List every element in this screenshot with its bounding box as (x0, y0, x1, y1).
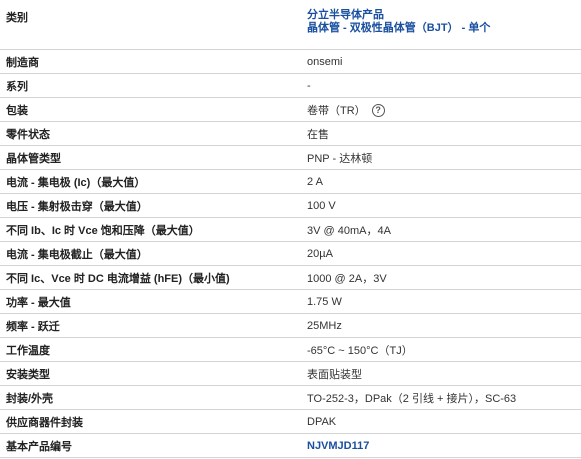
table-row: 晶体管类型 PNP - 达林顿 (0, 145, 581, 170)
attr-value: 25MHz (301, 313, 581, 338)
attr-label: 电压 - 集射极击穿（最大值） (0, 193, 301, 218)
attr-value: 20µA (301, 241, 581, 266)
attr-value: 在售 (301, 121, 581, 146)
attr-label: 供应商器件封装 (0, 409, 301, 434)
table-row: 工作温度 -65°C ~ 150°C（TJ） (0, 337, 581, 362)
attr-label: 制造商 (0, 49, 301, 74)
category-link-discrete[interactable]: 分立半导体产品 (307, 9, 581, 22)
attr-label: 电流 - 集电极截止（最大值） (0, 241, 301, 266)
product-attributes-table: 类别 分立半导体产品 晶体管 - 双极性晶体管（BJT） - 单个 制造商 on… (0, 0, 581, 458)
attr-value: 1000 @ 2A，3V (301, 265, 581, 290)
attr-label: 不同 Ib、Ic 时 Vce 饱和压降（最大值） (0, 217, 301, 242)
attr-label: 包装 (0, 97, 301, 122)
category-link-bjt-single[interactable]: 晶体管 - 双极性晶体管（BJT） - 单个 (307, 22, 581, 35)
table-row: 功率 - 最大值 1.75 W (0, 289, 581, 314)
table-row: 制造商 onsemi (0, 49, 581, 74)
attr-value: PNP - 达林顿 (301, 145, 581, 170)
help-icon[interactable]: ? (371, 104, 385, 118)
attr-label: 安装类型 (0, 361, 301, 386)
attr-value: DPAK (301, 409, 581, 434)
attr-value-packaging: 卷带（TR）? (301, 97, 581, 122)
attr-value: 100 V (301, 193, 581, 218)
attr-label: 系列 (0, 73, 301, 98)
attr-label: 电流 - 集电极 (Ic)（最大值） (0, 169, 301, 194)
attr-label: 晶体管类型 (0, 145, 301, 170)
attr-label: 工作温度 (0, 337, 301, 362)
attr-label: 基本产品编号 (0, 433, 301, 458)
attr-value: onsemi (301, 49, 581, 74)
table-row: 包装 卷带（TR）? (0, 97, 581, 122)
attr-label: 不同 Ic、Vce 时 DC 电流增益 (hFE)（最小值) (0, 265, 301, 290)
table-row: 封装/外壳 TO-252-3，DPak（2 引线 + 接片），SC-63 (0, 385, 581, 410)
category-label: 类别 (0, 0, 301, 50)
table-row: 频率 - 跃迁 25MHz (0, 313, 581, 338)
table-row: 零件状态 在售 (0, 121, 581, 146)
attr-label: 零件状态 (0, 121, 301, 146)
table-row-category: 类别 分立半导体产品 晶体管 - 双极性晶体管（BJT） - 单个 (0, 0, 581, 50)
table-row: 系列 - (0, 73, 581, 98)
base-product-number-link[interactable]: NJVMJD117 (307, 440, 369, 452)
table-row: 安装类型 表面贴装型 (0, 361, 581, 386)
attr-label: 频率 - 跃迁 (0, 313, 301, 338)
attr-value: 3V @ 40mA，4A (301, 217, 581, 242)
attr-label: 功率 - 最大值 (0, 289, 301, 314)
table-row: 电流 - 集电极截止（最大值） 20µA (0, 241, 581, 266)
attr-value: 1.75 W (301, 289, 581, 314)
attr-value: - (301, 73, 581, 98)
table-row: 供应商器件封装 DPAK (0, 409, 581, 434)
table-row: 电流 - 集电极 (Ic)（最大值） 2 A (0, 169, 581, 194)
table-row: 不同 Ib、Ic 时 Vce 饱和压降（最大值） 3V @ 40mA，4A (0, 217, 581, 242)
attr-label: 封装/外壳 (0, 385, 301, 410)
attr-value: 2 A (301, 169, 581, 194)
attr-value: 表面贴装型 (301, 361, 581, 386)
attr-value: TO-252-3，DPak（2 引线 + 接片），SC-63 (301, 385, 581, 410)
category-links: 分立半导体产品 晶体管 - 双极性晶体管（BJT） - 单个 (301, 0, 581, 50)
packaging-value: 卷带（TR） (307, 104, 366, 117)
table-row: 电压 - 集射极击穿（最大值） 100 V (0, 193, 581, 218)
table-row: 基本产品编号 NJVMJD117 (0, 433, 581, 458)
table-row: 不同 Ic、Vce 时 DC 电流增益 (hFE)（最小值) 1000 @ 2A… (0, 265, 581, 290)
attr-value: -65°C ~ 150°C（TJ） (301, 337, 581, 362)
attr-value-base-part: NJVMJD117 (301, 433, 581, 458)
